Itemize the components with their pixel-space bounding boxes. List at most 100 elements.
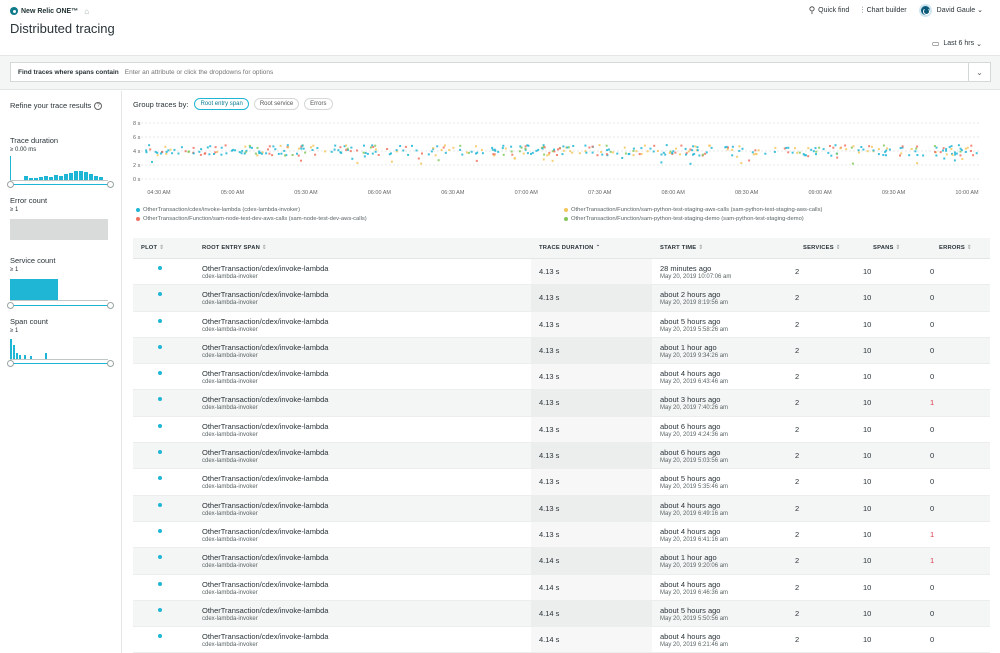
table-row[interactable]: OtherTransaction/cdex/invoke-lambda cdex-… xyxy=(133,469,990,496)
trace-point[interactable] xyxy=(386,148,389,150)
trace-point[interactable] xyxy=(363,144,365,147)
trace-point[interactable] xyxy=(672,150,675,153)
trace-point[interactable] xyxy=(945,153,948,156)
trace-point[interactable] xyxy=(395,149,398,152)
table-row[interactable]: OtherTransaction/cdex/invoke-lambda cdex-… xyxy=(133,259,990,286)
trace-point[interactable] xyxy=(434,154,437,157)
trace-point[interactable] xyxy=(440,149,443,151)
table-row[interactable]: OtherTransaction/cdex/invoke-lambda cdex-… xyxy=(133,337,990,365)
user-menu[interactable]: David Gaule ⌄ xyxy=(937,6,983,14)
trace-point[interactable] xyxy=(250,146,253,149)
trace-point[interactable] xyxy=(192,152,195,155)
trace-point[interactable] xyxy=(279,144,282,147)
trace-point[interactable] xyxy=(623,146,626,149)
plot-dot-icon[interactable] xyxy=(158,266,162,270)
trace-point[interactable] xyxy=(510,150,513,153)
trace-point[interactable] xyxy=(954,151,956,154)
trace-point[interactable] xyxy=(638,153,641,156)
trace-point[interactable] xyxy=(885,149,888,152)
trace-point[interactable] xyxy=(950,145,953,148)
trace-point[interactable] xyxy=(420,162,423,165)
trace-point[interactable] xyxy=(504,147,507,150)
trace-point[interactable] xyxy=(346,147,349,150)
trace-point[interactable] xyxy=(238,151,241,154)
trace-point[interactable] xyxy=(839,147,842,150)
trace-point[interactable] xyxy=(187,150,190,153)
trace-point[interactable] xyxy=(736,155,739,158)
trace-point[interactable] xyxy=(551,159,554,162)
slider-max-handle[interactable] xyxy=(107,302,114,309)
trace-point[interactable] xyxy=(708,144,711,147)
trace-point[interactable] xyxy=(933,145,936,148)
trace-point[interactable] xyxy=(240,152,243,155)
trace-point[interactable] xyxy=(184,150,187,153)
trace-point[interactable] xyxy=(199,153,202,156)
trace-point[interactable] xyxy=(537,148,540,151)
root-entry-span[interactable]: OtherTransaction/cdex/invoke-lambda xyxy=(202,553,328,562)
trace-point[interactable] xyxy=(351,157,354,160)
trace-point[interactable] xyxy=(605,153,608,156)
trace-point[interactable] xyxy=(411,144,413,147)
trace-point[interactable] xyxy=(679,153,681,156)
trace-point[interactable] xyxy=(882,144,885,147)
trace-point[interactable] xyxy=(234,149,237,152)
trace-point[interactable] xyxy=(752,153,755,156)
trace-point[interactable] xyxy=(363,155,366,158)
trace-point[interactable] xyxy=(524,147,527,150)
trace-point[interactable] xyxy=(948,146,951,149)
trace-point[interactable] xyxy=(311,149,314,151)
trace-point[interactable] xyxy=(390,160,393,163)
trace-point[interactable] xyxy=(571,151,574,154)
trace-point[interactable] xyxy=(244,145,247,148)
trace-point[interactable] xyxy=(598,144,601,147)
trace-point[interactable] xyxy=(606,149,609,152)
trace-point[interactable] xyxy=(277,152,280,155)
trace-point[interactable] xyxy=(280,152,283,155)
trace-point[interactable] xyxy=(798,151,801,154)
plot-dot-icon[interactable] xyxy=(158,292,162,297)
trace-point[interactable] xyxy=(773,150,776,153)
trace-point[interactable] xyxy=(877,153,880,156)
trace-point[interactable] xyxy=(805,154,807,157)
trace-point[interactable] xyxy=(494,149,497,152)
trace-point[interactable] xyxy=(542,158,545,161)
trace-point[interactable] xyxy=(726,148,729,151)
root-entry-span[interactable]: OtherTransaction/cdex/invoke-lambda xyxy=(202,501,328,510)
trace-point[interactable] xyxy=(465,151,468,154)
trace-point[interactable] xyxy=(461,153,464,156)
trace-point[interactable] xyxy=(632,154,635,157)
trace-point[interactable] xyxy=(836,152,839,155)
trace-point[interactable] xyxy=(814,147,817,150)
trace-point[interactable] xyxy=(220,153,223,156)
trace-point[interactable] xyxy=(975,152,978,155)
trace-point[interactable] xyxy=(524,145,527,148)
group-by-root-service[interactable]: Root service xyxy=(253,98,300,110)
trace-point[interactable] xyxy=(518,150,521,153)
trace-point[interactable] xyxy=(304,151,307,154)
trace-point[interactable] xyxy=(950,148,953,150)
legend-item[interactable]: OtherTransaction/Function/sam-python-tes… xyxy=(564,216,804,222)
plot-dot-icon[interactable] xyxy=(158,634,162,639)
trace-point[interactable] xyxy=(415,149,418,152)
trace-point[interactable] xyxy=(543,146,546,149)
trace-point[interactable] xyxy=(541,147,544,150)
trace-point[interactable] xyxy=(844,144,847,147)
trace-point[interactable] xyxy=(807,155,810,158)
trace-point[interactable] xyxy=(553,150,556,153)
trace-point[interactable] xyxy=(877,148,880,151)
trace-point[interactable] xyxy=(519,145,522,148)
trace-point[interactable] xyxy=(787,151,790,154)
trace-point[interactable] xyxy=(680,144,683,147)
trace-point[interactable] xyxy=(689,162,692,165)
help-icon[interactable]: ? xyxy=(94,101,103,110)
trace-point[interactable] xyxy=(206,146,209,149)
trace-point[interactable] xyxy=(345,144,348,147)
trace-point[interactable] xyxy=(685,153,687,156)
trace-point[interactable] xyxy=(832,146,835,149)
slider-min-handle[interactable] xyxy=(7,360,14,367)
span-count-slider[interactable] xyxy=(7,360,114,367)
trace-point[interactable] xyxy=(627,153,630,156)
trace-point[interactable] xyxy=(301,144,304,147)
trace-point[interactable] xyxy=(297,154,300,157)
trace-point[interactable] xyxy=(943,157,946,160)
